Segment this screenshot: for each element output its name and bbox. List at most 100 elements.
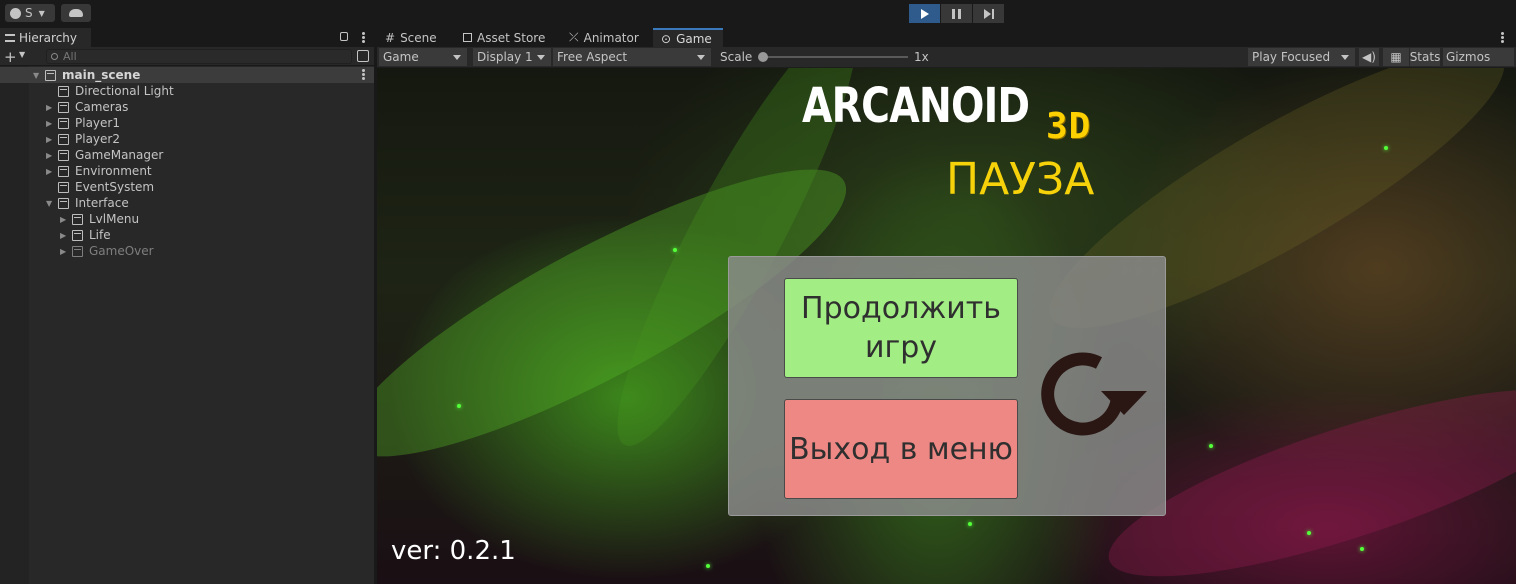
hierarchy-item[interactable]: ▶ LvlMenu (0, 211, 374, 227)
hierarchy-item[interactable]: ▶ Player2 (0, 131, 374, 147)
particle (706, 564, 710, 568)
mute-button[interactable]: ◀) (1359, 48, 1379, 66)
game-panel: # Scene Asset Store ⤫ Animator ⊙ Game Ga… (377, 28, 1516, 584)
account-dropdown[interactable]: S ▼ (5, 4, 55, 22)
play-mode-select[interactable]: Play Focused (1248, 48, 1355, 66)
expand-arrow-icon[interactable]: ▶ (46, 151, 52, 160)
display-select[interactable]: Display 1 (473, 48, 551, 66)
caret-down-icon (537, 55, 545, 60)
list-icon (5, 33, 15, 42)
search-input[interactable] (63, 50, 343, 63)
lock-icon[interactable] (340, 32, 348, 41)
play-icon (920, 8, 929, 19)
hierarchy-item-label: Player2 (75, 132, 120, 146)
scene-row[interactable]: ▼ main_scene (0, 67, 374, 83)
hierarchy-item[interactable]: ▶ Player1 (0, 115, 374, 131)
play-mode-value: Play Focused (1252, 50, 1331, 64)
hierarchy-item-label: GameManager (75, 148, 164, 162)
expand-arrow-icon[interactable]: ▶ (46, 135, 52, 144)
aspect-select[interactable]: Free Aspect (553, 48, 711, 66)
gizmos-dropdown[interactable]: Gizmos (1443, 48, 1514, 66)
hierarchy-item[interactable]: ▶ GameManager (0, 147, 374, 163)
restart-icon[interactable] (1039, 343, 1149, 438)
gameobject-icon (72, 245, 83, 257)
gameobject-icon (58, 165, 69, 177)
pause-menu: Продолжить игру Выход в меню (728, 256, 1166, 516)
caret-down-icon (697, 55, 705, 60)
bag-icon (463, 33, 472, 42)
gameobject-icon (58, 149, 69, 161)
scale-slider-thumb[interactable] (758, 52, 768, 62)
main-toolbar: S ▼ (0, 0, 1516, 28)
particle (1360, 547, 1364, 551)
hierarchy-tab-label: Hierarchy (19, 30, 78, 45)
tab-asset-store[interactable]: Asset Store (455, 28, 553, 47)
gameobject-icon (58, 133, 69, 145)
stats-label: Stats (1409, 50, 1441, 64)
plus-icon[interactable]: + (4, 48, 17, 66)
continue-line1: Продолжить (801, 291, 1001, 326)
expand-arrow-icon[interactable]: ▶ (60, 247, 66, 256)
exit-to-menu-button[interactable]: Выход в меню (784, 399, 1018, 499)
step-button[interactable] (973, 4, 1004, 23)
expand-arrow-icon[interactable]: ▼ (46, 199, 52, 208)
hierarchy-item[interactable]: ▶ Cameras (0, 99, 374, 115)
hierarchy-item-label: Environment (75, 164, 152, 178)
view-select[interactable]: Game (379, 48, 467, 66)
chevron-down-icon[interactable]: ▼ (19, 50, 25, 59)
continue-label: Продолжить игру (801, 289, 1001, 367)
hierarchy-item-label: EventSystem (75, 180, 155, 194)
gamepad-icon: ⊙ (661, 31, 672, 46)
pause-button[interactable] (941, 4, 972, 23)
tab-scene[interactable]: # Scene (377, 28, 461, 47)
hierarchy-search[interactable] (46, 49, 352, 64)
game-panel-menu-icon[interactable] (1501, 32, 1504, 43)
play-button[interactable] (909, 4, 940, 23)
scale-slider-track[interactable] (763, 56, 908, 58)
display-select-value: Display 1 (477, 50, 533, 64)
particle (968, 522, 972, 526)
stats-button[interactable]: Stats (1410, 48, 1440, 66)
chevron-down-icon: ▼ (38, 8, 45, 18)
pause-heading: ПАУЗА (946, 154, 1095, 205)
continue-button[interactable]: Продолжить игру (784, 278, 1018, 378)
playmode-controls (909, 4, 1004, 23)
expand-arrow-icon[interactable]: ▶ (60, 231, 66, 240)
animator-icon: ⤫ (569, 30, 579, 44)
step-icon (983, 8, 994, 19)
filter-icon[interactable] (357, 50, 369, 62)
speaker-icon: ◀) (1362, 50, 1376, 64)
expand-arrow-icon[interactable]: ▶ (46, 103, 52, 112)
game-viewport[interactable]: ARCANOID 3D ПАУЗА Продолжить игру Выход в… (377, 68, 1516, 584)
pause-icon (952, 8, 961, 19)
account-label: S (25, 6, 33, 20)
expand-arrow-icon[interactable]: ▶ (46, 167, 52, 176)
hierarchy-item[interactable]: ▼ Interface (0, 195, 374, 211)
tab-game-label: Game (676, 31, 712, 46)
hierarchy-item-label: Player1 (75, 116, 120, 130)
cloud-icon (69, 9, 83, 17)
grid-icon: # (385, 30, 396, 45)
hierarchy-item[interactable]: ▶ Environment (0, 163, 374, 179)
hierarchy-item-label: Directional Light (75, 84, 174, 98)
hierarchy-panel: Hierarchy + ▼ ▼ main_scene Directional L… (0, 28, 374, 584)
expand-arrow-icon[interactable]: ▶ (46, 119, 52, 128)
scene-menu-icon[interactable] (362, 69, 365, 80)
hierarchy-item[interactable]: Directional Light (0, 83, 374, 99)
gameobject-icon (58, 85, 69, 97)
keyboard-icon: ▦ (1390, 50, 1402, 64)
hierarchy-item[interactable]: ▶ Life (0, 227, 374, 243)
version-label: ver: 0.2.1 (391, 536, 516, 566)
shortcuts-button[interactable]: ▦ (1383, 48, 1409, 66)
tab-animator[interactable]: ⤫ Animator (561, 28, 651, 47)
hierarchy-item[interactable]: ▶ GameOver (0, 243, 374, 259)
hierarchy-item[interactable]: EventSystem (0, 179, 374, 195)
particle (1384, 146, 1388, 150)
gameobject-icon (72, 229, 83, 241)
hierarchy-menu-icon[interactable] (362, 32, 365, 43)
cloud-button[interactable] (61, 4, 91, 22)
tab-game[interactable]: ⊙ Game (653, 28, 723, 47)
expand-arrow-icon[interactable]: ▶ (60, 215, 66, 224)
expand-arrow-icon[interactable]: ▼ (33, 71, 39, 80)
tab-hierarchy[interactable]: Hierarchy (0, 28, 91, 47)
